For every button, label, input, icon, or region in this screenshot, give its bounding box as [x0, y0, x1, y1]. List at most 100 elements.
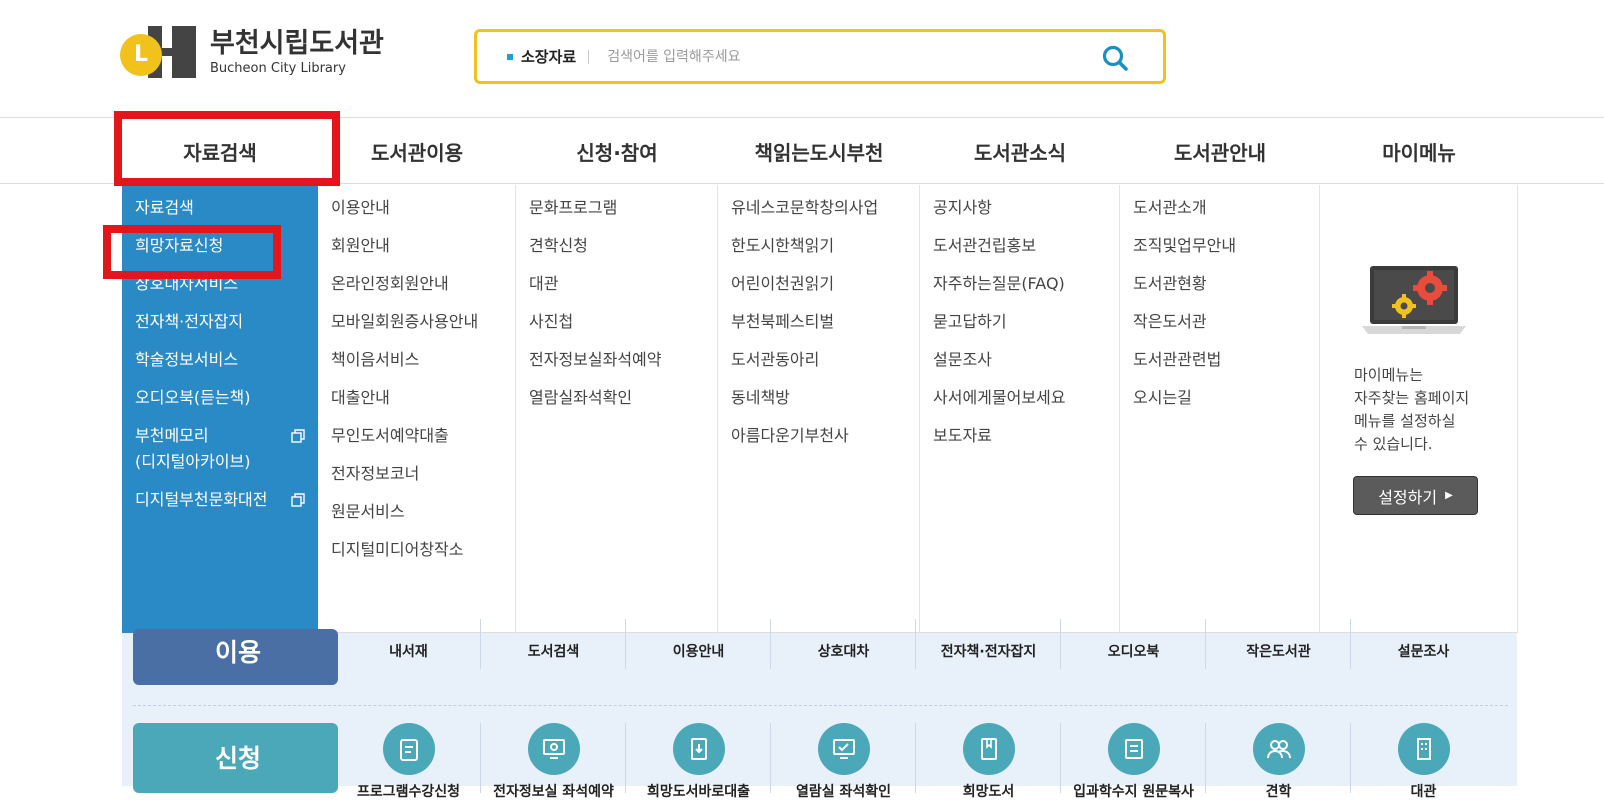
gnb-item-guide[interactable]: 도서관안내 [1120, 118, 1320, 184]
description-line: 마이메뉴는 [1354, 366, 1424, 384]
menu-item[interactable]: 도서관관련법 [1133, 350, 1319, 370]
gnb-item-reading-city[interactable]: 책읽는도시부천 [718, 118, 920, 184]
menu-item[interactable]: 도서관건립홍보 [933, 236, 1119, 256]
menu-item-label: 부천메모리 [135, 426, 209, 445]
new-window-icon [291, 428, 305, 443]
menu-item[interactable]: 견학신청 [529, 236, 717, 256]
menu-item[interactable]: 묻고답하기 [933, 312, 1119, 332]
quick-item-book-search[interactable]: 도서검색 [481, 635, 626, 661]
quick-item-usage-guide[interactable]: 이용안내 [626, 635, 771, 661]
menu-item[interactable]: 모바일회원증사용안내 [331, 312, 515, 332]
menu-item[interactable]: 공지사항 [933, 198, 1119, 218]
menu-item[interactable]: 대출안내 [331, 388, 515, 408]
row-label-text: 이용 [215, 638, 262, 667]
menu-item[interactable]: 조직및업무안내 [1133, 236, 1319, 256]
quick-item-hope-book-loan[interactable]: 희망도서바로대출 [626, 723, 771, 801]
menu-item[interactable]: 유네스코문학창의사업 [731, 198, 919, 218]
row-label-text: 신청 [215, 744, 262, 773]
description-line: 자주찾는 홈페이지 [1354, 389, 1470, 407]
logo-subtitle: Bucheon City Library [210, 61, 346, 76]
menu-item[interactable]: 디지털미디어창작소 [331, 540, 515, 560]
monitor-check-icon [817, 723, 870, 775]
quick-item-interlibrary-loan[interactable]: 상호대차 [771, 635, 916, 661]
quick-item-rental[interactable]: 대관 [1351, 723, 1496, 801]
menu-item[interactable]: 어린이천권읽기 [731, 274, 919, 294]
menu-item[interactable]: 아름다운기부천사 [731, 426, 919, 446]
my-menu-settings-button[interactable]: 설정하기 ▶ [1353, 476, 1478, 515]
search-category[interactable]: 소장자료 [521, 46, 576, 67]
quick-item-label: 상호대차 [817, 644, 870, 660]
search-bar: 소장자료 [474, 29, 1166, 84]
quick-item-tour[interactable]: 견학 [1206, 723, 1351, 801]
quick-item-label: 전자책·전자잡지 [940, 644, 1037, 660]
quick-item-reading-room-seat[interactable]: 열람실 좌석확인 [771, 723, 916, 801]
quick-item-program-apply[interactable]: 프로그램수강신청 [336, 723, 481, 801]
gnb-item-my-menu[interactable]: 마이메뉴 [1320, 118, 1518, 184]
quick-item-label: 열람실 좌석확인 [795, 784, 892, 800]
menu-column-search: 자료검색 희망자료신청 상호대차서비스 전자책·전자잡지 학술정보서비스 오디오… [122, 185, 318, 633]
menu-item[interactable]: 이용안내 [331, 198, 515, 218]
quick-item-ebook[interactable]: 전자책·전자잡지 [916, 635, 1061, 661]
menu-item[interactable]: 무인도서예약대출 [331, 426, 515, 446]
menu-item[interactable]: 상호대차서비스 [135, 274, 318, 294]
menu-item[interactable]: 원문서비스 [331, 502, 515, 522]
quick-item-audiobook[interactable]: 오디오북 [1061, 635, 1206, 661]
menu-item[interactable]: 자료검색 [135, 198, 318, 218]
menu-item-sublabel[interactable]: (디지털아카이브) [135, 452, 318, 472]
laptop-gears-icon [1362, 264, 1466, 346]
menu-item[interactable]: 부천메모리 [135, 426, 318, 446]
menu-item[interactable]: 부천북페스티벌 [731, 312, 919, 332]
search-icon[interactable] [1101, 44, 1129, 72]
building-icon [1397, 723, 1450, 775]
quick-item-paper-copy[interactable]: 입과학수지 원문복사 [1061, 723, 1206, 801]
quick-item-small-library[interactable]: 작은도서관 [1206, 635, 1351, 661]
menu-item[interactable]: 전자정보코너 [331, 464, 515, 484]
menu-item[interactable]: 디지털부천문화대전 [135, 490, 318, 510]
menu-item[interactable]: 전자책·전자잡지 [135, 312, 318, 332]
quick-item-label: 견학 [1265, 784, 1292, 800]
menu-item[interactable]: 열람실좌석확인 [529, 388, 717, 408]
main-navigation: 자료검색 도서관이용 신청·참여 책읽는도시부천 도서관소식 도서관안내 마이메… [0, 118, 1604, 184]
gnb-item-news[interactable]: 도서관소식 [920, 118, 1120, 184]
quick-item-hope-book[interactable]: 희망도서 [916, 723, 1061, 801]
book-icon [962, 723, 1015, 775]
menu-item[interactable]: 도서관동아리 [731, 350, 919, 370]
menu-item[interactable]: 대관 [529, 274, 717, 294]
quick-item-label: 희망도서 [962, 784, 1015, 800]
gnb-item-library-use[interactable]: 도서관이용 [318, 118, 516, 184]
menu-item[interactable]: 작은도서관 [1133, 312, 1319, 332]
menu-item[interactable]: 오디오북(듣는책) [135, 388, 318, 408]
menu-column-guide: 도서관소개 조직및업무안내 도서관현황 작은도서관 도서관관련법 오시는길 [1120, 185, 1320, 633]
quick-item-e-seat-reserve[interactable]: 전자정보실 좌석예약 [481, 723, 626, 801]
menu-item[interactable]: 회원안내 [331, 236, 515, 256]
gnb-item-apply[interactable]: 신청·참여 [516, 118, 718, 184]
menu-item[interactable]: 동네책방 [731, 388, 919, 408]
quick-item-my-library[interactable]: 내서재 [336, 635, 481, 661]
menu-item[interactable]: 책이음서비스 [331, 350, 515, 370]
quick-item-survey[interactable]: 설문조사 [1351, 635, 1496, 661]
menu-item[interactable]: 설문조사 [933, 350, 1119, 370]
gnb-item-search[interactable]: 자료검색 [122, 118, 318, 184]
menu-item[interactable]: 도서관소개 [1133, 198, 1319, 218]
monitor-search-icon [527, 723, 580, 775]
menu-item[interactable]: 사서에게물어보세요 [933, 388, 1119, 408]
divider [588, 49, 590, 64]
menu-item[interactable]: 온라인정회원안내 [331, 274, 515, 294]
menu-item[interactable]: 한도시한책읽기 [731, 236, 919, 256]
quick-row-use-label: 이용 [133, 629, 338, 685]
menu-item[interactable]: 사진첩 [529, 312, 717, 332]
menu-item[interactable]: 학술정보서비스 [135, 350, 318, 370]
logo-title: 부천시립도서관 [210, 28, 384, 59]
library-logo[interactable]: L 부천시립도서관 Bucheon City Library [120, 26, 384, 80]
quick-row-apply-label: 신청 [133, 723, 338, 793]
button-label: 설정하기 [1378, 487, 1438, 507]
menu-item[interactable]: 도서관현황 [1133, 274, 1319, 294]
menu-item[interactable]: 오시는길 [1133, 388, 1319, 408]
menu-item[interactable]: 자주하는질문(FAQ) [933, 274, 1119, 294]
menu-item[interactable]: 전자정보실좌석예약 [529, 350, 717, 370]
description-line: 메뉴를 설정하실 [1354, 412, 1456, 430]
menu-item[interactable]: 보도자료 [933, 426, 1119, 446]
menu-item[interactable]: 희망자료신청 [135, 236, 318, 256]
menu-item[interactable]: 문화프로그램 [529, 198, 717, 218]
search-input[interactable] [607, 48, 1078, 65]
